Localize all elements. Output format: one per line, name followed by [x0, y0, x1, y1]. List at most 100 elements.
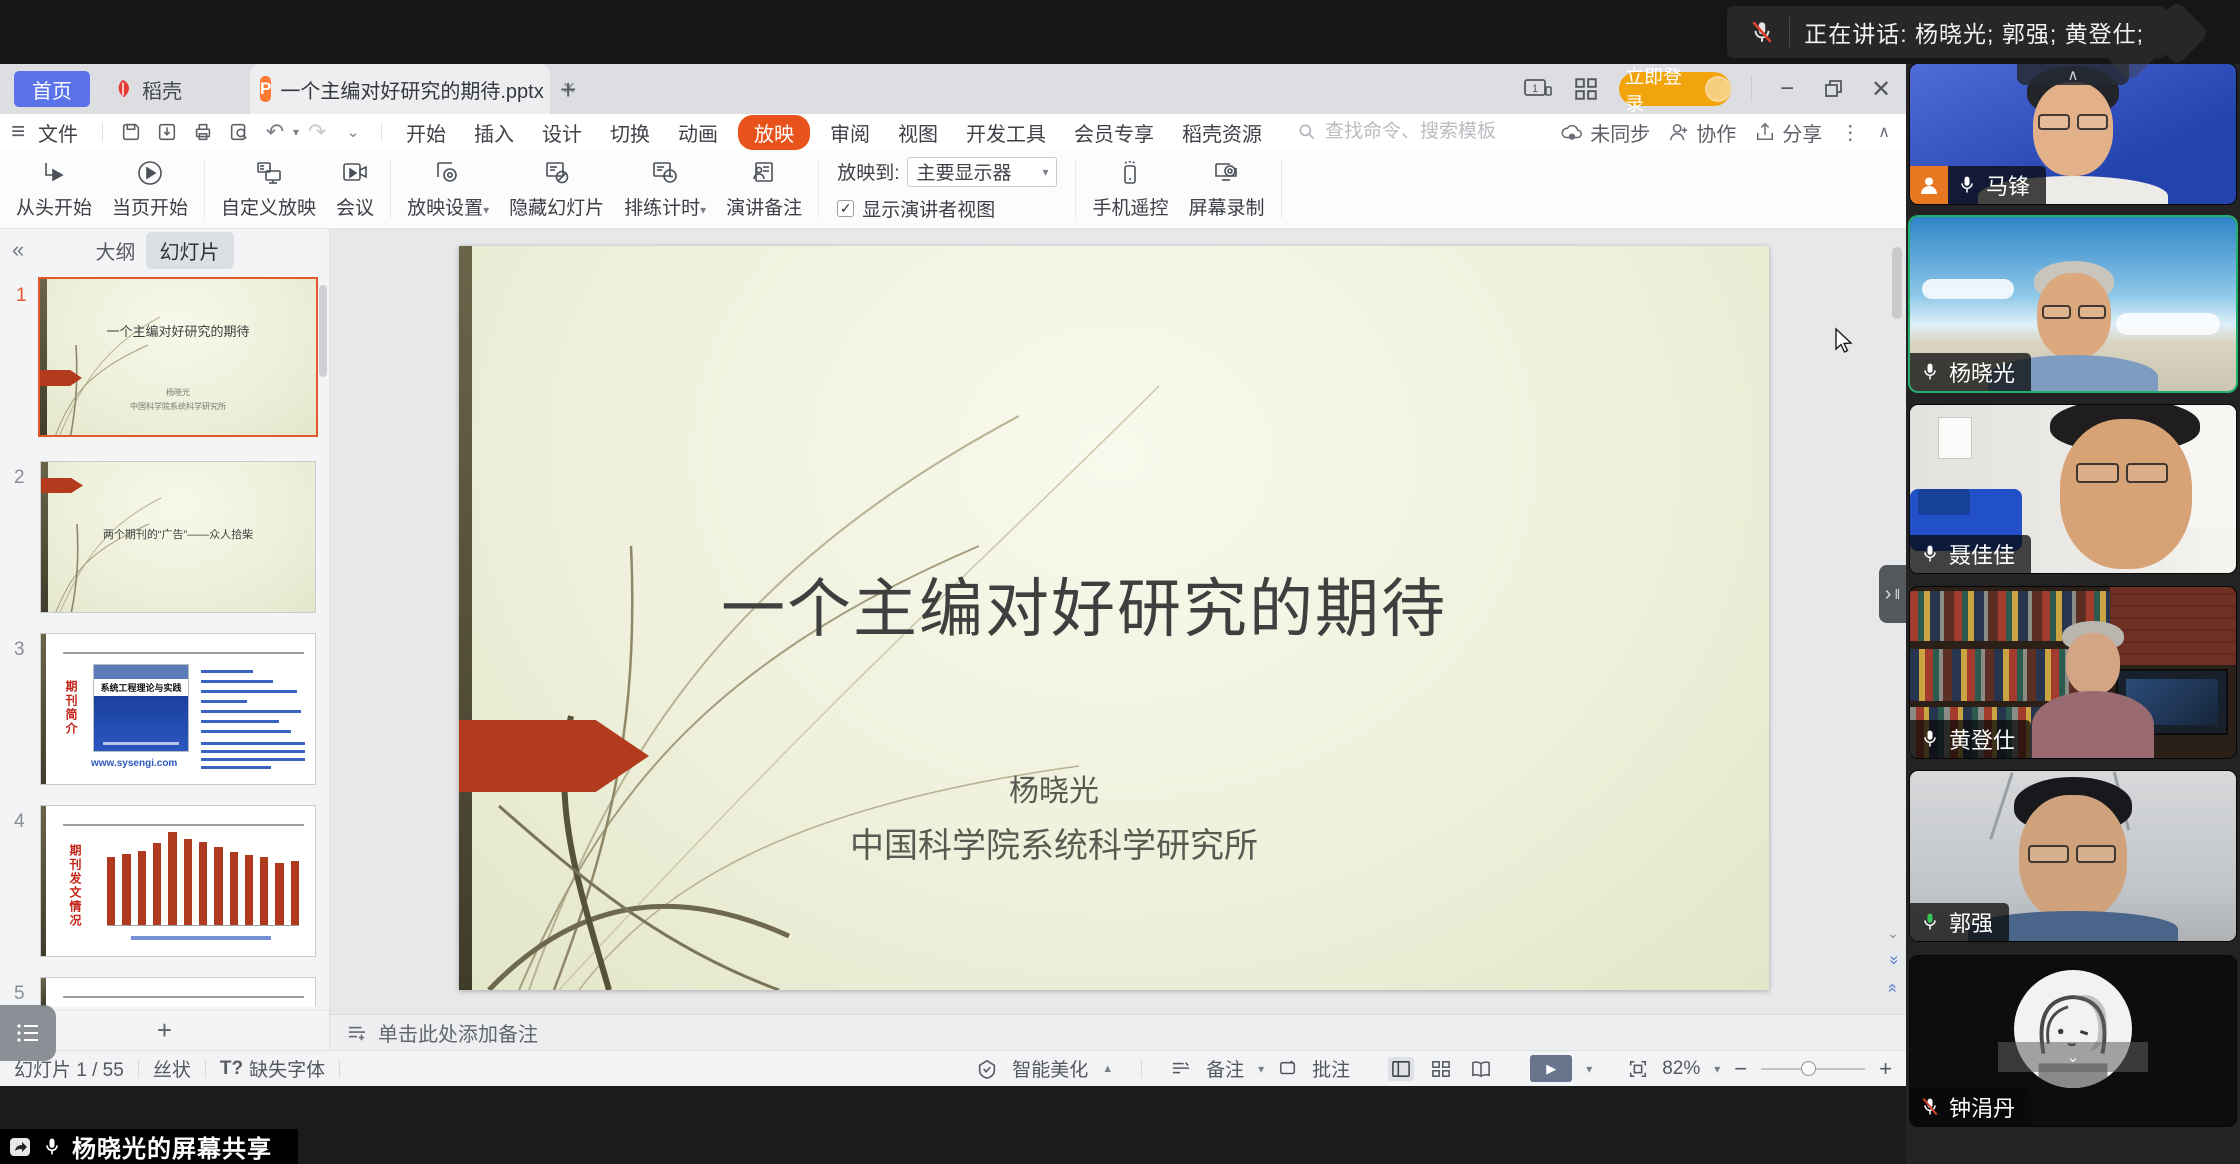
hamburger-menu-icon[interactable]: ≡	[5, 118, 31, 146]
zoom-out-button[interactable]: −	[1734, 1056, 1747, 1082]
collapse-panel-button[interactable]: ∧	[2017, 64, 2129, 85]
menu-design[interactable]: 设计	[528, 118, 596, 147]
menu-membership[interactable]: 会员专享	[1060, 118, 1168, 147]
zoom-slider-knob[interactable]	[1801, 1061, 1816, 1076]
thumb-chart-bar	[245, 855, 253, 925]
participant-tile-mafeng[interactable]: ∧ 马锋	[1910, 64, 2236, 204]
zoom-in-button[interactable]: +	[1879, 1056, 1892, 1082]
panel-collapse-icon[interactable]: «	[12, 237, 24, 263]
rehearse-timing-button[interactable]: 排练计时▾	[614, 150, 716, 228]
normal-view-button[interactable]	[1388, 1057, 1414, 1081]
mic-icon	[1920, 361, 1940, 383]
missing-font-label[interactable]: 缺失字体	[249, 1055, 325, 1082]
bullet-line	[201, 680, 273, 683]
canvas-scrollbar-thumb[interactable]	[1892, 247, 1902, 319]
toolbar-more-icon[interactable]: ⌄	[340, 123, 366, 141]
participant-tile-huangdengshi[interactable]: 黄登仕	[1910, 587, 2236, 758]
scroll-up-icon[interactable]: ⌄	[1887, 925, 1899, 942]
meeting-button[interactable]: 会议	[326, 150, 384, 228]
menu-animation[interactable]: 动画	[664, 118, 732, 147]
slide-author-text[interactable]: 杨晓光	[459, 766, 1649, 810]
more-options-icon[interactable]: ⋮	[1840, 120, 1860, 145]
menu-start[interactable]: 开始	[392, 118, 460, 147]
thumb-grass-decoration	[40, 279, 318, 437]
phone-remote-button[interactable]: 手机遥控	[1082, 150, 1178, 228]
participant-tile-niejiajia[interactable]: 聂佳佳	[1910, 405, 2236, 573]
slide-2-thumbnail[interactable]: 两个期刊的“广告”——众人拾柴	[40, 461, 316, 613]
show-settings-button[interactable]: 放映设置▾	[397, 150, 499, 228]
collaborate-button[interactable]: 协作	[1668, 118, 1736, 147]
reading-view-button[interactable]	[1468, 1057, 1494, 1081]
slide-5-thumbnail[interactable]	[40, 977, 316, 1007]
screen-record-button[interactable]: 屏幕录制	[1178, 150, 1274, 228]
theme-name[interactable]: 丝状	[153, 1055, 191, 1082]
search-input[interactable]	[1325, 121, 1555, 143]
menu-file[interactable]: 文件	[36, 118, 92, 147]
tab-outline[interactable]: 大纲	[96, 236, 136, 265]
slide-1-thumbnail[interactable]: 一个主编对好研究的期待 杨晓光 中国科学院系统科学研究所	[38, 277, 318, 437]
participant-tile-zhongjuandan[interactable]: ⌄ 钟涓丹	[1910, 956, 2236, 1126]
panel-expand-handle[interactable]: ›‖	[1879, 565, 1906, 623]
menu-review[interactable]: 审阅	[816, 118, 884, 147]
sync-status[interactable]: 未同步	[1560, 118, 1650, 147]
custom-show-button[interactable]: 自定义放映	[211, 150, 326, 228]
new-tab-button[interactable]: +	[560, 74, 576, 106]
minimize-button[interactable]: −	[1772, 75, 1802, 103]
menu-insert[interactable]: 插入	[460, 118, 528, 147]
notes-toggle-button[interactable]: 备注	[1206, 1055, 1244, 1082]
zoom-level[interactable]: 82%	[1662, 1058, 1700, 1080]
speaker-notes-button[interactable]: 演讲备注	[716, 150, 812, 228]
login-button[interactable]: 立即登录	[1619, 72, 1731, 106]
workspace-grid-icon[interactable]	[1573, 76, 1599, 102]
previous-slide-button[interactable]: «	[1883, 951, 1903, 969]
slide-affiliation-text[interactable]: 中国科学院系统科学研究所	[459, 818, 1649, 867]
undo-icon[interactable]: ↶	[262, 119, 288, 145]
fit-window-icon[interactable]: 1	[1523, 77, 1553, 101]
slide-sorter-view-button[interactable]	[1428, 1057, 1454, 1081]
panel-scrollbar-thumb[interactable]	[319, 285, 327, 377]
zoom-slider[interactable]	[1761, 1068, 1865, 1070]
presenter-view-checkbox[interactable]: ✓	[837, 200, 854, 217]
participant-tile-guoqiang[interactable]: 郭强	[1910, 771, 2236, 941]
tab-home[interactable]: 首页	[14, 71, 90, 107]
next-slide-button[interactable]: «	[1883, 979, 1903, 997]
notes-bar[interactable]: 单击此处添加备注	[330, 1014, 1906, 1050]
comments-button[interactable]: 批注	[1312, 1055, 1350, 1082]
menu-devtools[interactable]: 开发工具	[952, 118, 1060, 147]
slide-canvas[interactable]: 一个主编对好研究的期待 杨晓光 中国科学院系统科学研究所	[459, 246, 1769, 990]
slide-4-thumbnail[interactable]: 期刊发文情况	[40, 805, 316, 957]
thumb-left-bar	[41, 978, 46, 1007]
print-icon[interactable]	[190, 121, 216, 143]
display-to-select[interactable]: 主要显示器 ▾	[907, 157, 1057, 187]
share-button[interactable]: 分享	[1754, 118, 1822, 147]
menu-docer-resources[interactable]: 稻壳资源	[1168, 118, 1276, 147]
save-icon[interactable]	[118, 121, 144, 143]
undo-dropdown-icon[interactable]: ▾	[293, 125, 299, 139]
slide-sorter-float-button[interactable]	[0, 1005, 56, 1061]
hide-slide-button[interactable]: 隐藏幻灯片	[499, 150, 614, 228]
beautify-expand-icon[interactable]: ▲	[1102, 1063, 1113, 1075]
output-icon[interactable]	[154, 121, 180, 143]
menu-slideshow-active[interactable]: 放映	[738, 115, 810, 150]
restore-button[interactable]	[1822, 77, 1846, 101]
from-current-button[interactable]: 当页开始	[102, 150, 198, 228]
collapse-ribbon-icon[interactable]: ∧	[1878, 122, 1890, 142]
print-preview-icon[interactable]	[226, 121, 252, 143]
zoom-dropdown-icon[interactable]: ▾	[1714, 1062, 1720, 1076]
menu-transition[interactable]: 切换	[596, 118, 664, 147]
dropdown-icon[interactable]: ▾	[1258, 1062, 1264, 1076]
play-dropdown-icon[interactable]: ▾	[1586, 1062, 1592, 1076]
tab-slides[interactable]: 幻灯片	[146, 232, 234, 269]
participant-tile-yangxiaoguang[interactable]: 杨晓光	[1910, 217, 2236, 391]
beautify-button[interactable]: 智能美化	[1012, 1055, 1088, 1082]
menu-view[interactable]: 视图	[884, 118, 952, 147]
slide-3-thumbnail[interactable]: 期刊简介 系统工程理论与实践 www.sysengi.com	[40, 633, 316, 785]
from-beginning-button[interactable]: 从头开始	[6, 150, 102, 228]
tab-document[interactable]: P 一个主编对好研究的期待.pptx ✕	[250, 64, 550, 114]
tab-docer[interactable]: 稻壳	[100, 71, 194, 107]
slideshow-play-button[interactable]: ▶	[1530, 1055, 1572, 1082]
scroll-down-button[interactable]: ⌄	[1998, 1042, 2148, 1072]
fit-slide-icon[interactable]	[1628, 1059, 1648, 1079]
slide-title-text[interactable]: 一个主编对好研究的期待	[459, 558, 1709, 650]
close-button[interactable]: ✕	[1866, 75, 1896, 104]
